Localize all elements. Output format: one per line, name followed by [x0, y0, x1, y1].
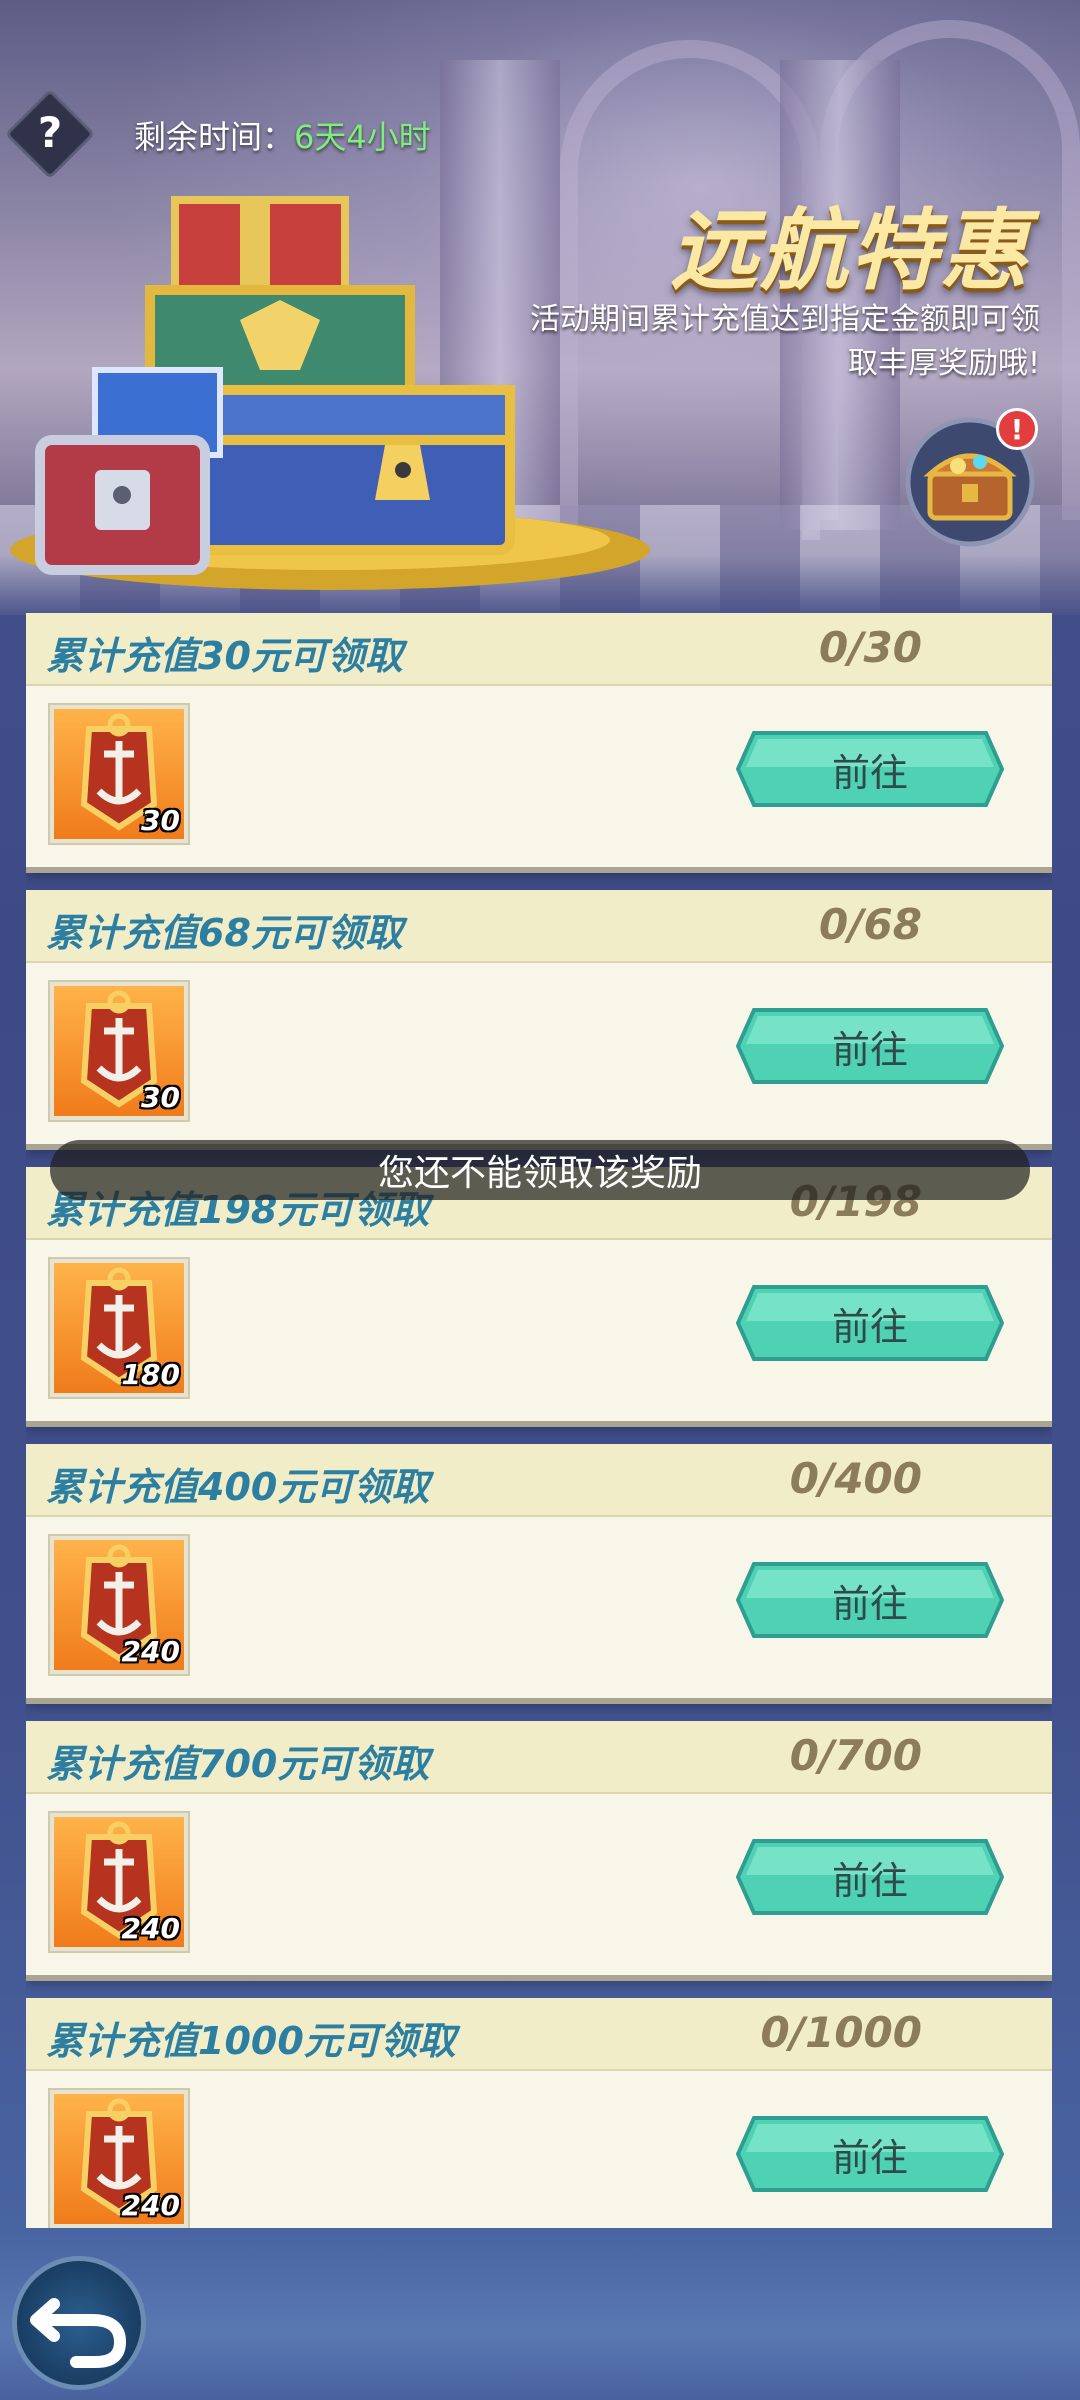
- event-description: 活动期间累计充值达到指定金额即可领 取丰厚奖励哦!: [530, 302, 1040, 381]
- timer-label: 剩余时间：: [134, 118, 295, 156]
- reward-item[interactable]: 240: [50, 1536, 188, 1674]
- reward-card: 累计充值400元可领取 0/400 240 前往: [26, 1444, 1052, 1698]
- reward-condition: 累计充值1000元可领取: [46, 2019, 456, 2063]
- reward-condition: 累计充值400元可领取: [46, 1465, 430, 1509]
- reward-condition: 累计充值68元可领取: [46, 911, 403, 955]
- reward-item[interactable]: 240: [50, 2090, 188, 2228]
- reward-count: 30: [141, 804, 180, 837]
- go-button-label[interactable]: 前往: [736, 2114, 1004, 2194]
- question-icon[interactable]: ?: [18, 100, 82, 164]
- reward-progress: 0/400: [789, 1454, 922, 1503]
- reward-progress: 0/30: [818, 623, 922, 672]
- reward-count: 240: [121, 2189, 180, 2222]
- toast-message: 您还不能领取该奖励: [50, 1140, 1030, 1200]
- reward-card: 累计充值30元可领取 0/30 30 前往: [26, 613, 1052, 867]
- reward-condition: 累计充值700元可领取: [46, 1742, 430, 1786]
- timer-value: 6天4小时: [294, 118, 431, 156]
- go-button-label[interactable]: 前往: [736, 1560, 1004, 1640]
- reward-progress: 0/700: [789, 1731, 922, 1780]
- reward-item[interactable]: 180: [50, 1259, 188, 1397]
- alert-badge: !: [996, 408, 1038, 450]
- reward-count: 30: [141, 1081, 180, 1114]
- reward-count: 180: [121, 1358, 180, 1391]
- reward-item[interactable]: 30: [50, 705, 188, 843]
- reward-condition: 累计充值30元可领取: [46, 634, 403, 678]
- reward-card: 累计充值1000元可领取 0/1000 240 前往: [26, 1998, 1052, 2228]
- go-button-label[interactable]: 前往: [736, 1006, 1004, 1086]
- go-button-label[interactable]: 前往: [736, 729, 1004, 809]
- reward-progress: 0/1000: [760, 2008, 922, 2057]
- event-title: 远航特惠: [670, 199, 1031, 302]
- reward-item[interactable]: 30: [50, 982, 188, 1120]
- reward-item[interactable]: 240: [50, 1813, 188, 1951]
- event-banner: ? 剩余时间：6天4小时 远航特惠 活动期间累计充值达到指定金额即可领 取丰厚奖…: [0, 0, 1080, 615]
- remaining-time: 剩余时间：6天4小时: [134, 112, 431, 158]
- reward-card: 累计充值198元可领取 0/198 180 前往: [26, 1167, 1052, 1421]
- reward-card: 累计充值68元可领取 0/68 30 前往: [26, 890, 1052, 1144]
- go-button-label[interactable]: 前往: [736, 1283, 1004, 1363]
- reward-count: 240: [121, 1635, 180, 1668]
- reward-progress: 0/68: [818, 900, 922, 949]
- back-arrow-icon[interactable]: [12, 2256, 146, 2390]
- reward-count: 240: [121, 1912, 180, 1945]
- go-button-label[interactable]: 前往: [736, 1837, 1004, 1917]
- reward-card: 累计充值700元可领取 0/700 240 前往: [26, 1721, 1052, 1975]
- reward-list[interactable]: 累计充值30元可领取 0/30 30 前往 累计充值68元可领取 0/68 30…: [26, 613, 1052, 2228]
